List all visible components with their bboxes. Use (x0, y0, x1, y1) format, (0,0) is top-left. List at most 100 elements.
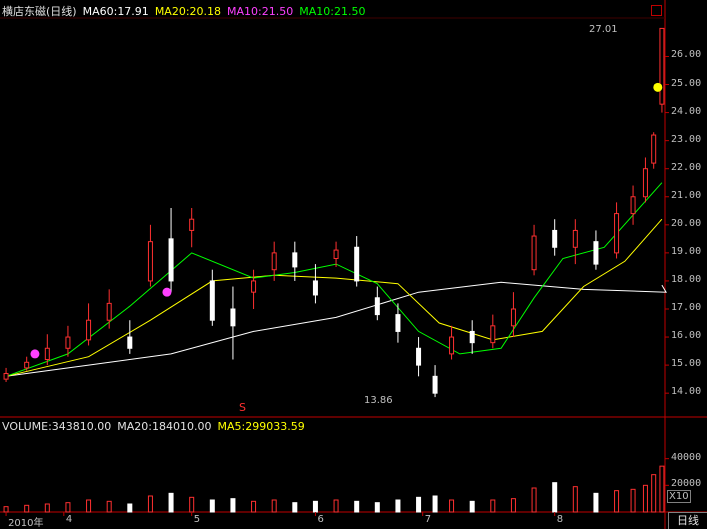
main-legend: 横店东磁(日线) MA60:17.91 MA20:20.18 MA10:21.50 MA… (2, 3, 371, 19)
candle-body (432, 375, 438, 394)
volume-bar (147, 495, 153, 513)
price-tick-label: 26.00 (671, 49, 702, 61)
volume-bar (593, 492, 599, 513)
candle-body (531, 235, 537, 271)
candle-body (44, 347, 50, 360)
volume-bar (189, 496, 195, 513)
price-tick-label: 17.00 (671, 301, 702, 313)
volume-bar (395, 499, 401, 513)
date-tick-label: 2010年 (8, 518, 44, 529)
volume-bar (168, 492, 174, 513)
candle-body (593, 241, 599, 265)
close-icon[interactable] (651, 5, 662, 16)
volume-bar (24, 504, 30, 513)
volume-bar (572, 486, 578, 513)
volume-bar (531, 487, 537, 513)
candle-body (312, 280, 318, 296)
candle-body (271, 252, 277, 271)
price-tick-label: 24.00 (671, 105, 702, 117)
volume-bar (614, 490, 620, 513)
candle-body (642, 168, 648, 198)
volume-bar (230, 498, 236, 513)
volume-bar (449, 499, 455, 513)
candle-body (552, 229, 558, 248)
candle-body (189, 218, 195, 231)
volume-bar (490, 499, 496, 513)
candle-body (230, 308, 236, 327)
candle-body (572, 229, 578, 248)
ma10-value: MA10:21.50 (227, 5, 294, 18)
volume-bar (374, 502, 380, 513)
volume-bar (3, 506, 9, 513)
candle-body (510, 308, 516, 327)
high-price-label: 27.01 (589, 24, 618, 35)
candle-body (251, 280, 257, 293)
candle-body (469, 330, 475, 344)
price-tick-label: 15.00 (671, 358, 702, 370)
volume-bar (333, 499, 339, 513)
candle-body (659, 27, 665, 105)
candle-body (333, 249, 339, 259)
date-tick-label: 5 (193, 514, 201, 525)
volume-bar (510, 498, 516, 513)
candle-body (292, 252, 298, 268)
candle-body (106, 302, 112, 321)
period-tab[interactable]: 日线 (668, 512, 707, 529)
price-tick-label: 19.00 (671, 245, 702, 257)
volume-bar (469, 500, 475, 513)
volume-bar (552, 482, 558, 513)
price-tick-label: 21.00 (671, 189, 702, 201)
price-tick-label: 20.00 (671, 217, 702, 229)
volume-bar (354, 500, 360, 513)
date-tick-label: 8 (556, 514, 564, 525)
volume-bar (106, 500, 112, 513)
candle-body (65, 336, 71, 349)
candle-body (168, 238, 174, 282)
volume-bar (65, 502, 71, 513)
volume-bar (642, 484, 648, 513)
price-tick-label: 14.00 (671, 386, 702, 398)
volume-tick-label: 20000 (671, 478, 702, 490)
candle-body (630, 196, 636, 215)
ma60-line (6, 281, 667, 377)
date-tick-label: 6 (317, 514, 324, 525)
volume-bar (271, 499, 277, 513)
current-price-dot (653, 82, 663, 92)
volume-bar (416, 496, 422, 513)
ma20-line (5, 218, 663, 377)
ma10b-value: MA10:21.50 (299, 5, 366, 18)
candle-body (354, 246, 360, 282)
price-tick-label: 22.00 (671, 161, 702, 173)
volume-bar (292, 502, 298, 513)
kline-chart[interactable] (0, 0, 707, 529)
volume-bar (312, 500, 318, 513)
price-tick-label: 16.00 (671, 330, 702, 342)
candle-body (416, 347, 422, 366)
stock-name: 横店东磁(日线) (2, 5, 77, 18)
candle-body (147, 241, 153, 282)
candle-body (614, 213, 620, 254)
candle-body (3, 373, 9, 380)
volume-ma20: MA20:184010.00 (117, 420, 212, 433)
signal-dot (162, 287, 172, 297)
volume-bar (630, 488, 636, 513)
volume-value: VOLUME:343810.00 (2, 420, 112, 433)
candle-body (449, 336, 455, 355)
volume-bar (251, 500, 257, 513)
candle-body (127, 336, 133, 349)
ma60-value: MA60:17.91 (82, 5, 149, 18)
low-price-label: 13.86 (364, 395, 393, 406)
stock-chart-window: 横店东磁(日线) MA60:17.91 MA20:20.18 MA10:21.50 MA… (0, 0, 707, 529)
candle-body (86, 319, 92, 341)
volume-unit: X10 (667, 490, 691, 503)
volume-bar (127, 503, 133, 513)
candle-body (24, 361, 30, 369)
volume-ma5: MA5:299033.59 (217, 420, 305, 433)
volume-bar (86, 499, 92, 513)
candle-body (374, 297, 380, 316)
volume-bar (651, 474, 657, 513)
volume-bar (432, 495, 438, 513)
date-tick-label: 7 (424, 514, 432, 525)
candle-body (651, 134, 657, 164)
volume-legend: VOLUME:343810.00 MA20:184010.00 MA5:299033… (2, 420, 311, 433)
